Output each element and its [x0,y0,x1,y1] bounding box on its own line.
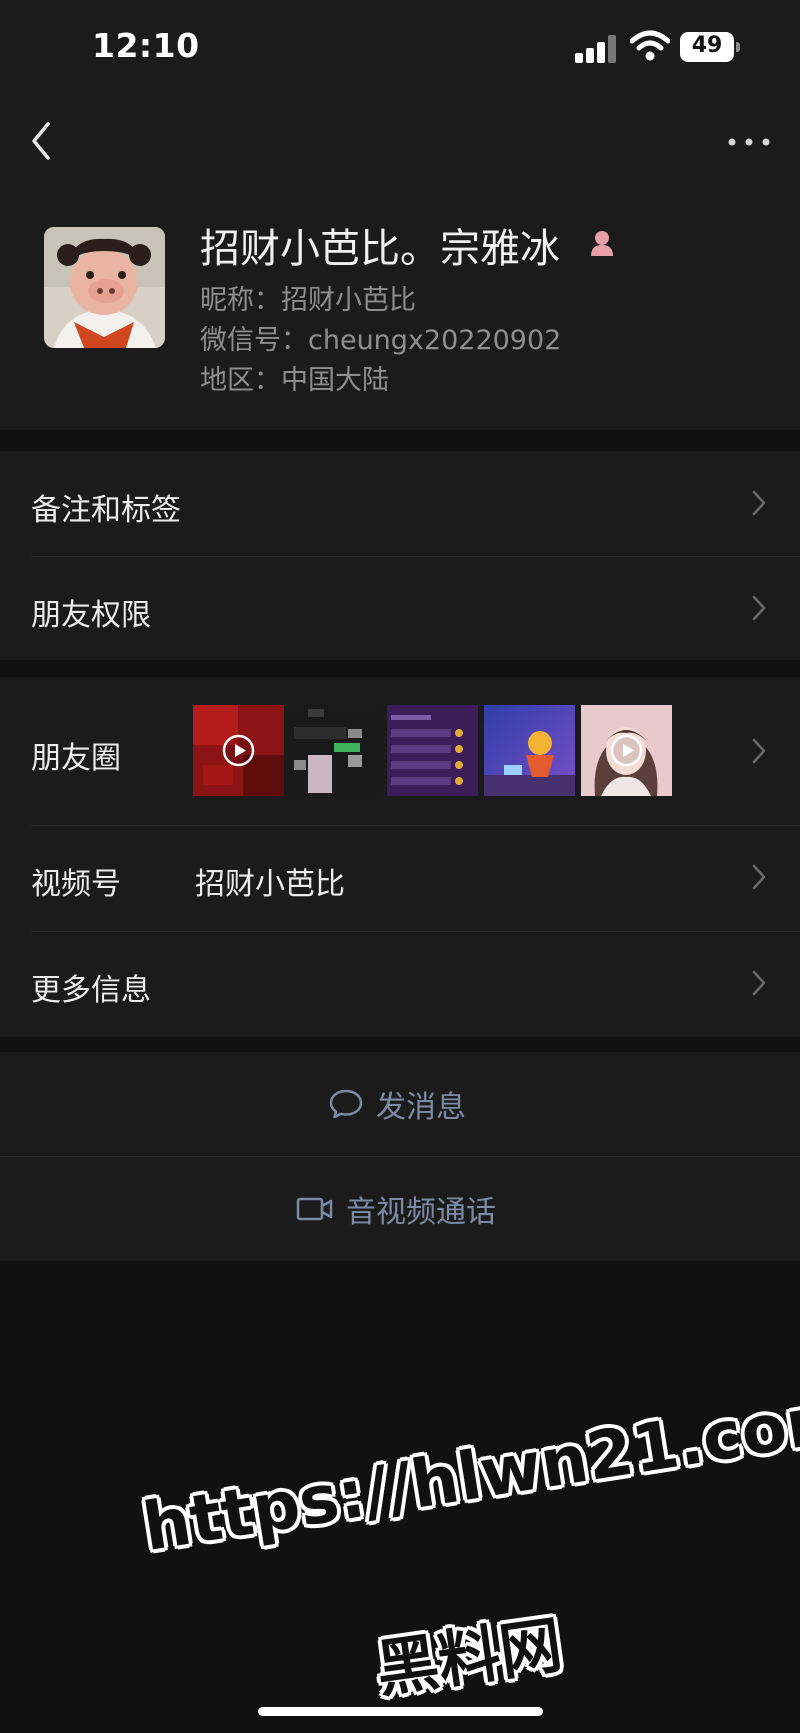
row-remarks-tags-label: 备注和标签 [31,493,181,528]
profile-nickname: 昵称：招财小芭比 [200,285,416,316]
watermark-url: https://hlwn21.com [138,1377,800,1567]
row-channels[interactable]: 视频号 招财小芭比 [0,826,800,931]
send-message-button[interactable]: 发消息 [0,1052,800,1156]
back-icon[interactable] [26,116,66,166]
wifi-icon [630,30,670,61]
moments-thumbnail-2[interactable] [290,705,381,796]
female-gender-icon [591,231,613,256]
status-bar: 12:10 49 [0,0,800,96]
moments-thumbnail-4[interactable] [484,705,575,796]
profile-region: 地区：中国大陆 [200,365,389,396]
battery-icon: 49 [680,32,740,62]
row-more-info[interactable]: 更多信息 [0,932,800,1037]
nav-bar [0,96,800,192]
row-channels-value: 招财小芭比 [195,867,345,902]
row-channels-label: 视频号 [31,867,121,902]
section-settings: 备注和标签 朋友权限 [0,451,800,660]
chat-bubble-icon [329,1089,363,1119]
send-message-label: 发消息 [376,1090,466,1125]
row-friend-permissions[interactable]: 朋友权限 [0,557,800,660]
chevron-right-icon [752,970,766,996]
battery-level: 49 [691,33,723,58]
chevron-right-icon [752,738,766,764]
section-actions: 发消息 音视频通话 [0,1052,800,1261]
moments-thumbnail-3[interactable] [387,705,478,796]
profile-name: 招财小芭比。宗雅冰 [200,226,560,272]
play-icon [610,734,643,767]
chevron-right-icon [752,595,766,621]
profile-wechat-id: 微信号：cheungx20220902 [200,325,562,356]
video-call-label: 音视频通话 [346,1195,496,1230]
moments-thumbnail-5[interactable] [581,705,672,796]
row-moments[interactable]: 朋友圈 [0,677,800,825]
moments-thumbnail-1[interactable] [193,705,284,796]
video-call-button[interactable]: 音视频通话 [0,1157,800,1261]
home-indicator [258,1707,543,1716]
section-info: 朋友圈 视频号 招财小芭比 更多信息 [0,677,800,1037]
watermark-site-name: 黑料网 [371,1607,567,1707]
chevron-right-icon [752,490,766,516]
row-friend-permissions-label: 朋友权限 [31,598,151,633]
row-remarks-tags[interactable]: 备注和标签 [0,451,800,556]
status-time: 12:10 [92,26,200,65]
row-more-info-label: 更多信息 [31,973,151,1008]
video-camera-icon [296,1197,333,1221]
play-icon [222,734,255,767]
chevron-right-icon [752,864,766,890]
row-moments-label: 朋友圈 [31,741,121,776]
avatar[interactable] [44,227,165,348]
more-options-icon[interactable] [726,122,772,162]
cellular-signal-icon [575,33,619,63]
profile-header: 招财小芭比。宗雅冰 昵称：招财小芭比 微信号：cheungx20220902 地… [0,192,800,430]
